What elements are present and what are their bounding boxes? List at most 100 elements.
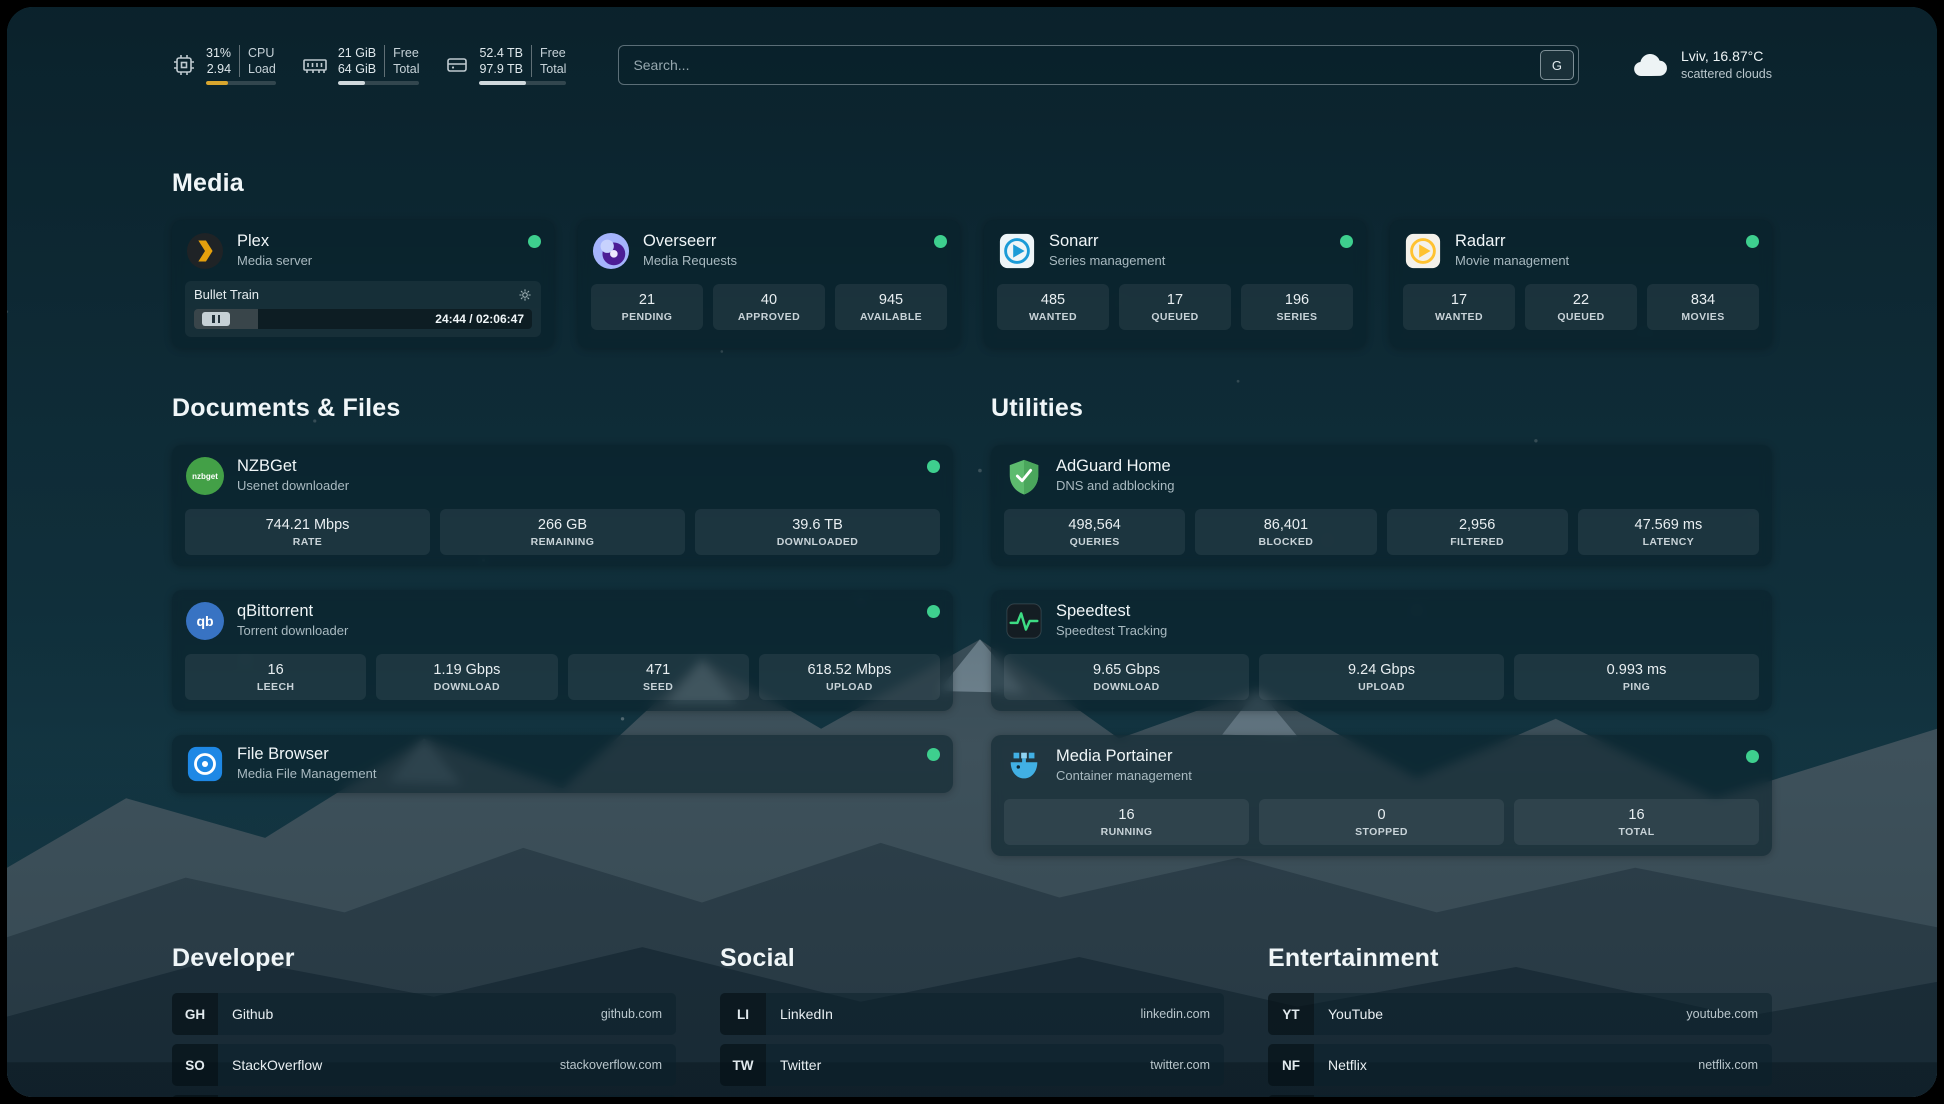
stat-wanted: 485 WANTED bbox=[997, 284, 1109, 330]
service-card-plex[interactable]: Plex Media server Bullet Train bbox=[172, 220, 554, 348]
filebrowser-icon bbox=[185, 744, 225, 784]
bookmark-url: linkedin.com bbox=[1141, 1007, 1210, 1021]
search-input[interactable] bbox=[618, 45, 1579, 85]
now-playing-panel: Bullet Train 24:44 / 02:06:4 bbox=[185, 281, 541, 337]
disk-free-label: Free bbox=[540, 45, 566, 61]
bookmark-abbr: DT bbox=[172, 1095, 218, 1097]
service-name: qBittorrent bbox=[237, 602, 348, 621]
section-title-social: Social bbox=[720, 944, 1224, 973]
stat-queued: 22 QUEUED bbox=[1525, 284, 1637, 330]
gear-icon[interactable] bbox=[518, 288, 532, 302]
service-card-portainer[interactable]: Media Portainer Container management 16 … bbox=[991, 735, 1772, 856]
bookmark-stackoverflow[interactable]: SO StackOverflow stackoverflow.com bbox=[172, 1044, 676, 1086]
service-description: Media File Management bbox=[237, 764, 376, 783]
memory-free-label: Free bbox=[393, 45, 419, 61]
stat-pending: 21 PENDING bbox=[591, 284, 703, 330]
topbar: 31% 2.94 CPU Load bbox=[172, 45, 1772, 85]
status-dot bbox=[1340, 235, 1353, 248]
disk-icon bbox=[445, 53, 469, 77]
cpu-label: CPU bbox=[248, 45, 274, 61]
search-provider-button[interactable]: G bbox=[1540, 50, 1574, 80]
bookmark-netflix[interactable]: NF Netflix netflix.com bbox=[1268, 1044, 1772, 1086]
stat-running: 16 RUNNING bbox=[1004, 799, 1249, 845]
overseerr-icon bbox=[591, 231, 631, 271]
cpu-metric: 31% 2.94 CPU Load bbox=[172, 45, 276, 85]
now-playing-title: Bullet Train bbox=[194, 287, 259, 302]
stat-queued: 17 QUEUED bbox=[1119, 284, 1231, 330]
disk-free: 52.4 TB bbox=[479, 45, 523, 61]
weather-location: Lviv, 16.87°C bbox=[1681, 47, 1772, 65]
cpu-percent: 31% bbox=[206, 45, 231, 61]
stat-download: 9.65 Gbps DOWNLOAD bbox=[1004, 654, 1249, 700]
section-title-documents: Documents & Files bbox=[172, 394, 953, 423]
service-description: Torrent downloader bbox=[237, 621, 348, 640]
bookmark-url: twitter.com bbox=[1150, 1058, 1210, 1072]
memory-usage-bar bbox=[338, 81, 420, 85]
stat-stopped: 0 STOPPED bbox=[1259, 799, 1504, 845]
bookmark-linkedin[interactable]: LI LinkedIn linkedin.com bbox=[720, 993, 1224, 1035]
playback-progress-bar[interactable]: 24:44 / 02:06:47 bbox=[194, 309, 532, 329]
service-name: File Browser bbox=[237, 745, 376, 764]
bookmark-name: LinkedIn bbox=[780, 1006, 833, 1022]
pause-button[interactable] bbox=[202, 312, 230, 326]
service-name: Plex bbox=[237, 232, 312, 251]
media-section: Media Plex Media server bbox=[172, 169, 1772, 348]
service-description: Media Requests bbox=[643, 251, 737, 270]
service-card-speedtest[interactable]: Speedtest Speedtest Tracking 9.65 Gbps D… bbox=[991, 590, 1772, 711]
section-title-developer: Developer bbox=[172, 944, 676, 973]
bookmark-abbr: GH bbox=[172, 993, 218, 1035]
stat-rate: 744.21 Mbps RATE bbox=[185, 509, 430, 555]
weather-condition: scattered clouds bbox=[1681, 65, 1772, 83]
status-dot bbox=[934, 235, 947, 248]
service-card-qbittorrent[interactable]: qb qBittorrent Torrent downloader 16 LEE… bbox=[172, 590, 953, 711]
qbittorrent-icon: qb bbox=[185, 601, 225, 641]
stat-series: 196 SERIES bbox=[1241, 284, 1353, 330]
bookmark-url: github.com bbox=[601, 1007, 662, 1021]
cpu-usage-bar bbox=[206, 81, 276, 85]
stat-blocked: 86,401 BLOCKED bbox=[1195, 509, 1376, 555]
bookmark-name: YouTube bbox=[1328, 1006, 1383, 1022]
section-title-utilities: Utilities bbox=[991, 394, 1772, 423]
speedtest-icon bbox=[1004, 601, 1044, 641]
portainer-whale-icon bbox=[1004, 746, 1044, 786]
status-dot bbox=[1746, 235, 1759, 248]
stat-movies: 834 MOVIES bbox=[1647, 284, 1759, 330]
service-card-filebrowser[interactable]: File Browser Media File Management bbox=[172, 735, 953, 793]
service-card-adguard[interactable]: AdGuard Home DNS and adblocking 498,564 … bbox=[991, 445, 1772, 566]
bookmark-abbr: SO bbox=[172, 1044, 218, 1086]
service-name: Radarr bbox=[1455, 232, 1569, 251]
bookmark-abbr: LI bbox=[720, 993, 766, 1035]
playback-time: 24:44 / 02:06:47 bbox=[435, 312, 524, 326]
bookmark-dev[interactable]: DT DEV dev.to bbox=[172, 1095, 676, 1097]
bookmark-reddit[interactable]: RE Reddit reddit.com bbox=[1268, 1095, 1772, 1097]
cloud-icon bbox=[1631, 50, 1669, 80]
bookmarks-developer: Developer GH Github github.com SO StackO… bbox=[172, 944, 676, 1097]
service-description: DNS and adblocking bbox=[1056, 476, 1175, 495]
stat-remaining: 266 GB REMAINING bbox=[440, 509, 685, 555]
stat-download: 1.19 Gbps DOWNLOAD bbox=[376, 654, 557, 700]
service-name: Media Portainer bbox=[1056, 747, 1192, 766]
service-description: Series management bbox=[1049, 251, 1165, 270]
stat-leech: 16 LEECH bbox=[185, 654, 366, 700]
service-card-sonarr[interactable]: Sonarr Series management 485 WANTED 17 Q… bbox=[984, 220, 1366, 348]
service-card-nzbget[interactable]: nzbget NZBGet Usenet downloader 744.21 M… bbox=[172, 445, 953, 566]
disk-total: 97.9 TB bbox=[479, 61, 523, 77]
service-card-radarr[interactable]: Radarr Movie management 17 WANTED 22 QUE… bbox=[1390, 220, 1772, 348]
disk-usage-bar bbox=[479, 81, 566, 85]
bookmarks-social: Social LI LinkedIn linkedin.com TW Twitt… bbox=[720, 944, 1224, 1097]
bookmark-name: Twitter bbox=[780, 1057, 821, 1073]
stat-upload: 9.24 Gbps UPLOAD bbox=[1259, 654, 1504, 700]
service-description: Speedtest Tracking bbox=[1056, 621, 1167, 640]
bookmark-github[interactable]: GH Github github.com bbox=[172, 993, 676, 1035]
bookmarks-section: Developer GH Github github.com SO StackO… bbox=[172, 944, 1772, 1097]
section-title-media: Media bbox=[172, 169, 1772, 198]
service-name: NZBGet bbox=[237, 457, 349, 476]
status-dot bbox=[1746, 750, 1759, 763]
bookmark-youtube[interactable]: YT YouTube youtube.com bbox=[1268, 993, 1772, 1035]
disk-metric: 52.4 TB 97.9 TB Free Total bbox=[445, 45, 566, 85]
stat-seed: 471 SEED bbox=[568, 654, 749, 700]
status-dot bbox=[927, 460, 940, 473]
bookmark-twitter[interactable]: TW Twitter twitter.com bbox=[720, 1044, 1224, 1086]
service-card-overseerr[interactable]: Overseerr Media Requests 21 PENDING 40 A… bbox=[578, 220, 960, 348]
stat-downloaded: 39.6 TB DOWNLOADED bbox=[695, 509, 940, 555]
